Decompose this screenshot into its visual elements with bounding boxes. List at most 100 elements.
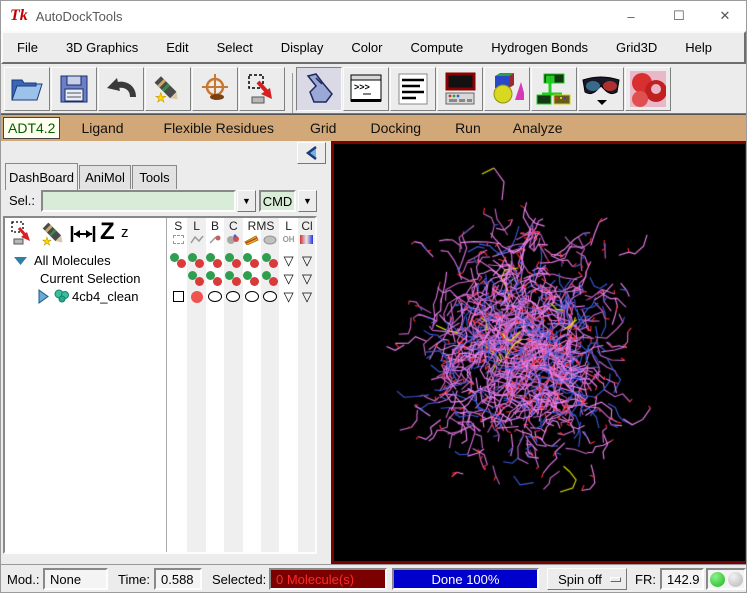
dropdown-arrow-icon: ▼ (303, 196, 312, 206)
tab-grid[interactable]: Grid (297, 118, 349, 138)
cell-oval[interactable] (224, 288, 242, 305)
3d-viewer-frame (331, 141, 746, 564)
time-value: 0.588 (154, 568, 202, 590)
cell-pair[interactable] (187, 252, 205, 269)
menu-select[interactable]: Select (203, 40, 267, 55)
cell-pair[interactable] (243, 252, 261, 269)
center-target-button[interactable] (192, 66, 238, 111)
cell-pair[interactable] (187, 270, 205, 287)
collapse-panel-button[interactable] (297, 142, 326, 164)
cell-pair[interactable] (224, 270, 242, 287)
pencil-star-icon: ★ (154, 75, 178, 105)
selection-dropdown-button[interactable]: ▼ (237, 190, 256, 212)
time-label: Time: (118, 572, 151, 587)
led-indicators (706, 568, 746, 590)
column-header-L[interactable]: L (187, 219, 205, 233)
column-header-RMS[interactable]: RMS (243, 219, 280, 233)
molecule-viewport[interactable] (334, 144, 745, 561)
menu-help[interactable]: Help (671, 40, 726, 55)
fit-columns-icon[interactable] (70, 225, 96, 243)
cell-oval[interactable] (206, 288, 224, 305)
tab-flexible-residues[interactable]: Flexible Residues (151, 118, 288, 138)
tab-ligand[interactable]: Ligand (68, 118, 136, 138)
tree-row[interactable]: 4cb4_clean (13, 287, 139, 305)
menu-compute[interactable]: Compute (396, 40, 477, 55)
edit-crayon-icon[interactable]: ★ (41, 221, 67, 247)
tab-docking[interactable]: Docking (357, 118, 434, 138)
stereo-glasses-button[interactable] (578, 66, 624, 111)
cell-tri[interactable]: ▽ (279, 252, 297, 269)
selection-input[interactable] (41, 190, 236, 212)
tab-analyze[interactable]: Analyze (500, 118, 576, 138)
text-lines-icon (398, 73, 428, 104)
progress-bar: Done 100% (392, 568, 539, 590)
cmd-dropdown-button[interactable]: ▼ (298, 190, 317, 212)
cell-pair[interactable] (206, 270, 224, 287)
menu-color[interactable]: Color (337, 40, 396, 55)
marquee-icon (169, 233, 187, 246)
tree-widget-button[interactable]: ██ (531, 66, 577, 111)
optionmenu-indicator-icon (609, 576, 621, 582)
close-button[interactable]: ✕ (703, 1, 746, 31)
mod-value: None (43, 568, 108, 590)
undo-arrow-icon (107, 77, 136, 97)
save-session-button[interactable] (51, 66, 97, 111)
cell-tri[interactable]: ▽ (298, 252, 315, 269)
log-window-button[interactable] (390, 66, 436, 111)
tree-row-label[interactable]: All Molecules (34, 253, 111, 268)
cell-tri[interactable]: ▽ (298, 288, 315, 305)
expand-all-button[interactable]: Z (100, 218, 115, 246)
cell-pair[interactable] (261, 252, 279, 269)
cell-square[interactable] (169, 288, 187, 305)
tab-adt42[interactable]: ADT4.2 (3, 117, 61, 139)
minimize-button[interactable]: – (609, 1, 653, 31)
tree-row[interactable]: All Molecules (13, 251, 111, 269)
tree-divider (166, 218, 167, 552)
floppy-disk-icon (60, 75, 88, 102)
column-header-C[interactable]: C (224, 219, 242, 233)
collapse-all-button[interactable]: z (121, 224, 129, 241)
hand-pick-button[interactable] (296, 66, 342, 111)
open-file-button[interactable] (4, 66, 50, 111)
cell-oval[interactable] (261, 288, 279, 305)
tree-row-label[interactable]: Current Selection (40, 271, 140, 286)
tree-row-label[interactable]: 4cb4_clean (72, 289, 139, 304)
cell-pair[interactable] (169, 252, 187, 269)
undo-button[interactable] (98, 66, 144, 111)
cell-tri[interactable]: ▽ (279, 270, 297, 287)
tab-tools[interactable]: Tools (132, 165, 177, 189)
cell-pair[interactable] (243, 270, 261, 287)
menu-file[interactable]: File (3, 40, 52, 55)
edit-pencil-button[interactable]: ★ (145, 66, 191, 111)
cell-pair[interactable] (261, 270, 279, 287)
menu-hydrogen-bonds[interactable]: Hydrogen Bonds (477, 40, 602, 55)
cell-tri[interactable]: ▽ (298, 270, 315, 287)
tab-dashboard[interactable]: DashBoard (5, 163, 78, 190)
menu-display[interactable]: Display (267, 40, 338, 55)
select-box-arrow-icon[interactable] (10, 221, 34, 246)
keyboard-monitor-button[interactable] (437, 66, 483, 111)
tab-animol[interactable]: AniMol (79, 165, 131, 189)
python-shell-button[interactable]: >>> (343, 66, 389, 111)
column-header-S[interactable]: S (169, 219, 187, 233)
autodocktools-window: Tk AutoDockTools – ☐ ✕ File 3D Graphics … (0, 0, 747, 593)
cell-dot[interactable] (187, 288, 205, 305)
cell-pair[interactable] (206, 252, 224, 269)
select-from-box-button[interactable] (239, 66, 285, 111)
cell-oval[interactable] (243, 288, 261, 305)
tree-row[interactable]: Current Selection (13, 269, 140, 287)
menu-grid3d[interactable]: Grid3D (602, 40, 671, 55)
cell-pair[interactable] (224, 252, 242, 269)
surface-display-button[interactable] (625, 66, 671, 111)
menu-3d-graphics[interactable]: 3D Graphics (52, 40, 152, 55)
column-header-L[interactable]: L (279, 219, 297, 233)
tab-run[interactable]: Run (442, 118, 494, 138)
column-header-Cl[interactable]: Cl (298, 219, 315, 233)
column-header-B[interactable]: B (206, 219, 224, 233)
spin-option-menu[interactable]: Spin off (547, 568, 627, 590)
cell-tri[interactable]: ▽ (279, 288, 297, 305)
menu-edit[interactable]: Edit (152, 40, 202, 55)
maximize-button[interactable]: ☐ (657, 1, 701, 31)
spin-label: Spin off (558, 571, 602, 587)
geometry-shapes-button[interactable] (484, 66, 530, 111)
